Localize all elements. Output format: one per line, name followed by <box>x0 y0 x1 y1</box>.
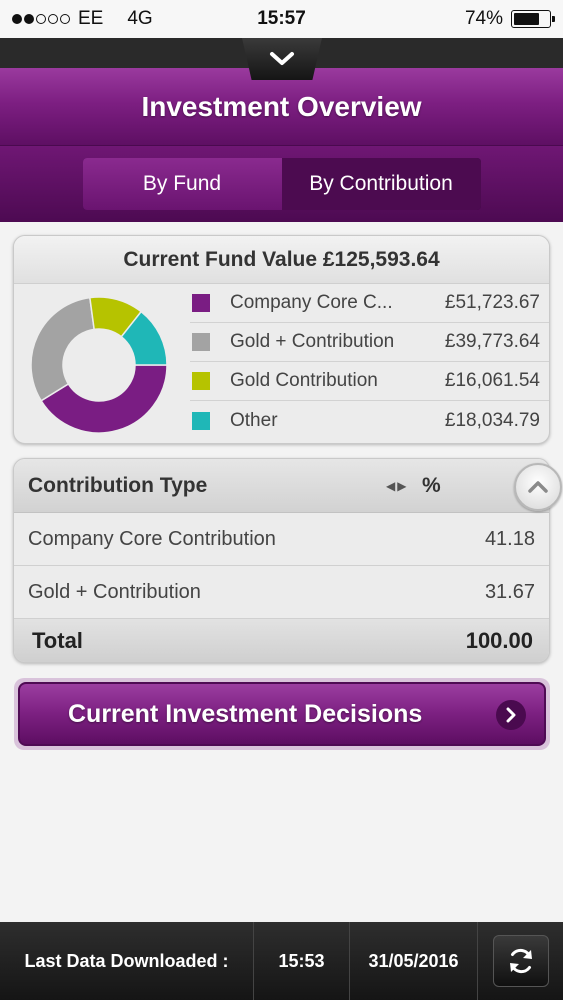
legend-row[interactable]: Gold Contribution £16,061.54 <box>190 362 549 401</box>
legend-row[interactable]: Gold + Contribution £39,773.64 <box>190 323 549 362</box>
chevron-up-icon <box>528 481 548 493</box>
legend-row[interactable]: Other £18,034.79 <box>190 401 549 440</box>
legend-value: £18,034.79 <box>444 409 540 431</box>
contribution-type-cell: Gold + Contribution <box>28 580 201 603</box>
fund-donut-chart <box>30 296 168 434</box>
fund-summary-card: Current Fund Value £125,593.64 Company C… <box>13 235 550 444</box>
last-download-label: Last Data Downloaded : <box>0 922 254 1000</box>
table-row[interactable]: Company Core Contribution 41.18 <box>14 513 549 566</box>
contribution-card: Contribution Type ◀▶ % Company Core Cont… <box>13 458 550 663</box>
legend-value: £16,061.54 <box>444 370 540 391</box>
contribution-type-cell: Company Core Contribution <box>28 527 276 550</box>
tab-bar: By Fund By Contribution <box>0 146 563 222</box>
status-bar: EE 4G 15:57 74% <box>0 0 563 38</box>
donut-slice-1 <box>30 296 95 402</box>
legend-swatch <box>192 333 210 351</box>
percent-heading: % <box>422 473 441 497</box>
contribution-pct-cell: 41.18 <box>484 527 535 550</box>
pull-down-handle[interactable] <box>242 38 322 80</box>
fund-legend: Company Core C... £51,723.67 Gold + Cont… <box>190 284 549 440</box>
legend-name: Gold + Contribution <box>230 331 395 352</box>
contribution-type-heading: Contribution Type <box>28 473 208 497</box>
refresh-button[interactable] <box>492 935 549 987</box>
sort-arrows-icon[interactable]: ◀▶ <box>386 479 408 493</box>
chevron-right-icon <box>496 700 526 730</box>
legend-name: Company Core C... <box>230 292 393 313</box>
last-download-time: 15:53 <box>254 922 350 1000</box>
footer-bar: Last Data Downloaded : 15:53 31/05/2016 <box>0 922 563 1000</box>
cta-label: Current Investment Decisions <box>68 699 423 728</box>
last-download-date: 31/05/2016 <box>350 922 478 1000</box>
legend-row[interactable]: Company Core C... £51,723.67 <box>190 284 549 323</box>
battery-icon <box>511 10 555 28</box>
tab-by-contribution[interactable]: By Contribution <box>281 158 481 210</box>
status-right: 74% <box>464 8 555 30</box>
current-investment-decisions-button[interactable]: Current Investment Decisions <box>18 682 546 746</box>
chevron-down-icon <box>270 52 294 65</box>
legend-swatch <box>192 372 210 390</box>
legend-value: £39,773.64 <box>444 331 540 352</box>
legend-value: £51,723.67 <box>444 292 540 313</box>
legend-swatch <box>192 294 210 312</box>
battery-percent: 74% <box>464 8 503 29</box>
refresh-cell <box>478 922 563 1000</box>
collapse-button[interactable] <box>514 463 562 511</box>
investment-decisions-frame: Current Investment Decisions <box>14 678 550 750</box>
legend-swatch <box>192 411 210 430</box>
tab-by-fund[interactable]: By Fund <box>82 158 282 210</box>
contribution-pct-cell: 31.67 <box>484 580 535 603</box>
page-title: Investment Overview <box>141 90 422 122</box>
segmented-control: By Fund By Contribution <box>82 158 481 210</box>
table-row[interactable]: Gold + Contribution 31.67 <box>14 566 549 619</box>
legend-name: Other <box>230 409 278 431</box>
legend-name: Gold Contribution <box>230 370 378 391</box>
total-row: Total 100.00 <box>14 619 549 662</box>
total-label: Total <box>32 628 83 653</box>
contribution-header: Contribution Type ◀▶ % <box>14 459 549 513</box>
total-value: 100.00 <box>465 628 533 653</box>
refresh-icon <box>509 948 532 974</box>
fund-value-title: Current Fund Value £125,593.64 <box>14 236 549 284</box>
